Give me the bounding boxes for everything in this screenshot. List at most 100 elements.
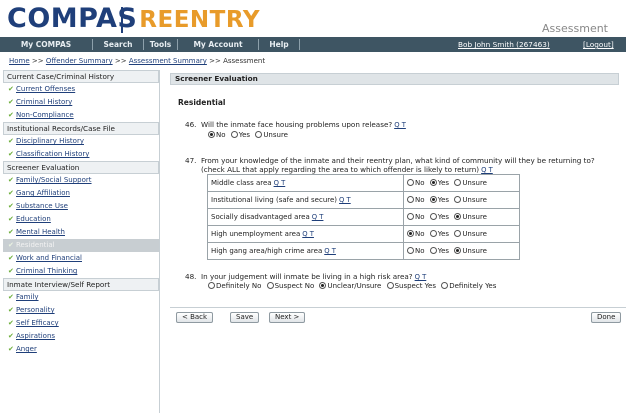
sidebar-item-aspirations[interactable]: ✔ Aspirations bbox=[3, 330, 159, 343]
option-no[interactable]: No bbox=[407, 230, 425, 238]
sidebar-item-label: Current Offenses bbox=[16, 85, 76, 93]
radio-unselected[interactable] bbox=[441, 282, 449, 289]
sidebar-item-label: Residential bbox=[16, 241, 55, 249]
radio-unselected[interactable] bbox=[230, 131, 238, 138]
user-name-link[interactable]: Bob John Smith (267463) bbox=[458, 37, 550, 52]
q48-option-definitely-yes[interactable]: Definitely Yes bbox=[441, 282, 496, 290]
radio-unselected[interactable] bbox=[386, 282, 394, 289]
sidebar-item-work-and-financial[interactable]: ✔ Work and Financial bbox=[3, 252, 159, 265]
radio-unselected[interactable] bbox=[429, 230, 437, 237]
sidebar-item-label: Personality bbox=[16, 306, 55, 314]
radio-unselected[interactable] bbox=[255, 131, 263, 138]
check-icon: ✔ bbox=[8, 202, 14, 210]
radio-selected[interactable] bbox=[208, 131, 215, 138]
radio-unselected[interactable] bbox=[429, 213, 437, 220]
nav-my-compas[interactable]: My COMPAS bbox=[0, 37, 92, 52]
sidebar-item-family-social-support[interactable]: ✔ Family/Social Support bbox=[3, 174, 159, 187]
radio-unselected[interactable] bbox=[407, 179, 414, 186]
option-label: Definitely No bbox=[216, 282, 262, 290]
radio-selected[interactable] bbox=[454, 247, 462, 254]
sidebar-item-self-efficacy[interactable]: ✔ Self Efficacy bbox=[3, 317, 159, 330]
radio-selected[interactable] bbox=[429, 179, 437, 186]
sidebar-item-residential[interactable]: ✔ Residential bbox=[3, 239, 159, 252]
sidebar-item-criminal-thinking[interactable]: ✔ Criminal Thinking bbox=[3, 265, 159, 278]
nav-my-account[interactable]: My Account bbox=[178, 37, 258, 52]
radio-unselected[interactable] bbox=[208, 282, 215, 289]
option-yes[interactable]: Yes bbox=[429, 213, 449, 221]
qt-help-link[interactable]: Q T bbox=[324, 247, 336, 255]
radio-unselected[interactable] bbox=[266, 282, 274, 289]
sidebar-item-classification-history[interactable]: ✔ Classification History bbox=[3, 148, 159, 161]
qt-help-link[interactable]: Q T bbox=[415, 273, 427, 281]
done-button[interactable]: Done bbox=[591, 312, 622, 323]
q46-option-unsure[interactable]: Unsure bbox=[255, 131, 288, 139]
qt-help-link[interactable]: Q T bbox=[312, 213, 324, 221]
qt-help-link[interactable]: Q T bbox=[394, 121, 406, 129]
q48-option-unclear-unsure[interactable]: Unclear/Unsure bbox=[319, 282, 381, 290]
option-unsure[interactable]: Unsure bbox=[454, 247, 487, 255]
sidebar-item-gang-affiliation[interactable]: ✔ Gang Affiliation bbox=[3, 187, 159, 200]
breadcrumb-offender-summary[interactable]: Offender Summary bbox=[46, 57, 113, 65]
back-button[interactable]: < Back bbox=[176, 312, 214, 323]
sidebar-item-label: Family/Social Support bbox=[16, 176, 92, 184]
logout-link[interactable]: [Logout] bbox=[583, 37, 614, 52]
sidebar-item-label: Family bbox=[16, 293, 39, 301]
radio-unselected[interactable] bbox=[429, 247, 437, 254]
sidebar-item-criminal-history[interactable]: ✔ Criminal History bbox=[3, 96, 159, 109]
row-label-cell: Socially disadvantaged area Q T bbox=[207, 208, 404, 226]
breadcrumb-home[interactable]: Home bbox=[9, 57, 30, 65]
qt-help-link[interactable]: Q T bbox=[302, 230, 314, 238]
option-no[interactable]: No bbox=[407, 196, 425, 204]
option-unsure[interactable]: Unsure bbox=[454, 196, 487, 204]
qt-help-link[interactable]: Q T bbox=[274, 179, 286, 187]
q48-option-suspect-yes[interactable]: Suspect Yes bbox=[386, 282, 436, 290]
radio-unselected[interactable] bbox=[454, 179, 462, 186]
radio-selected[interactable] bbox=[429, 196, 437, 203]
sidebar-item-mental-health[interactable]: ✔ Mental Health bbox=[3, 226, 159, 239]
q46-option-no[interactable]: No bbox=[208, 131, 226, 139]
sidebar-item-current-offenses[interactable]: ✔ Current Offenses bbox=[3, 83, 159, 96]
option-yes[interactable]: Yes bbox=[429, 179, 449, 187]
option-unsure[interactable]: Unsure bbox=[454, 230, 487, 238]
q48-option-suspect-no[interactable]: Suspect No bbox=[266, 282, 314, 290]
section-title-residential: Residential bbox=[178, 98, 226, 107]
radio-selected[interactable] bbox=[319, 282, 327, 289]
option-label: Unsure bbox=[462, 179, 487, 187]
radio-selected[interactable] bbox=[454, 213, 462, 220]
qt-help-link[interactable]: Q T bbox=[481, 166, 493, 174]
option-no[interactable]: No bbox=[407, 247, 425, 255]
next-button[interactable]: Next > bbox=[269, 312, 306, 323]
option-unsure[interactable]: Unsure bbox=[454, 213, 487, 221]
nav-tools[interactable]: Tools bbox=[144, 37, 177, 52]
option-yes[interactable]: Yes bbox=[429, 247, 449, 255]
radio-unselected[interactable] bbox=[407, 213, 414, 220]
sidebar-item-personality[interactable]: ✔ Personality bbox=[3, 304, 159, 317]
sidebar-item-disciplinary-history[interactable]: ✔ Disciplinary History bbox=[3, 135, 159, 148]
option-yes[interactable]: Yes bbox=[429, 196, 449, 204]
radio-unselected[interactable] bbox=[407, 247, 414, 254]
breadcrumb-assessment-summary[interactable]: Assessment Summary bbox=[129, 57, 207, 65]
qt-help-link[interactable]: Q T bbox=[339, 196, 351, 204]
sidebar-item-substance-use[interactable]: ✔ Substance Use bbox=[3, 200, 159, 213]
option-no[interactable]: No bbox=[407, 213, 425, 221]
option-unsure[interactable]: Unsure bbox=[454, 179, 487, 187]
sidebar-item-family[interactable]: ✔ Family bbox=[3, 291, 159, 304]
option-yes[interactable]: Yes bbox=[429, 230, 449, 238]
sidebar-item-education[interactable]: ✔ Education bbox=[3, 213, 159, 226]
radio-unselected[interactable] bbox=[454, 196, 462, 203]
nav-search[interactable]: Search bbox=[93, 37, 143, 52]
row-label: High unemployment area bbox=[211, 230, 301, 238]
sidebar-item-label: Disciplinary History bbox=[16, 137, 84, 145]
option-no[interactable]: No bbox=[407, 179, 425, 187]
save-button[interactable]: Save bbox=[230, 312, 260, 323]
option-label: Unsure bbox=[462, 213, 487, 221]
q46-option-yes[interactable]: Yes bbox=[230, 131, 250, 139]
radio-unselected[interactable] bbox=[407, 196, 414, 203]
nav-help[interactable]: Help bbox=[259, 37, 299, 52]
q48-option-definitely-no[interactable]: Definitely No bbox=[208, 282, 261, 290]
sidebar-item-anger[interactable]: ✔ Anger bbox=[3, 343, 159, 356]
radio-selected[interactable] bbox=[407, 230, 414, 237]
sidebar-item-non-compliance[interactable]: ✔ Non-Compliance bbox=[3, 109, 159, 122]
logo-divider bbox=[121, 7, 123, 33]
radio-unselected[interactable] bbox=[454, 230, 462, 237]
